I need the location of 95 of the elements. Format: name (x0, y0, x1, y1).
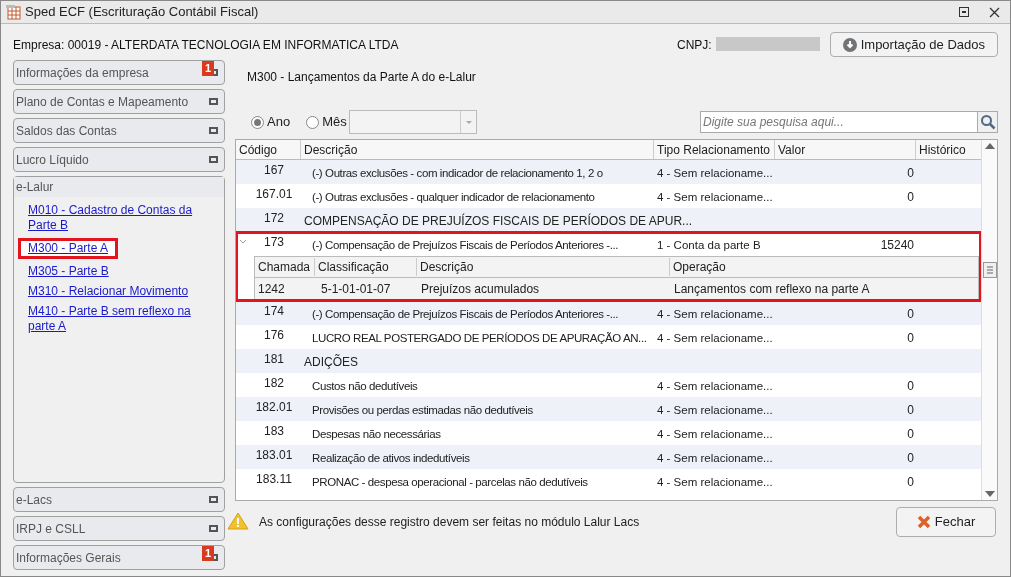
group-title-cell: ADIÇÕES (304, 355, 358, 370)
type-cell-text: 4 - Sem relacioname... (657, 427, 774, 442)
section-header[interactable]: e-Lalur (14, 177, 224, 197)
section-label: Lucro Líquido (16, 151, 89, 169)
code-cell-text: 181 (263, 351, 285, 368)
notification-badge: 1 (201, 61, 214, 76)
table-row[interactable]: 181 ADIÇÕES (236, 349, 981, 373)
value-cell: 0 (907, 307, 914, 322)
section-label: Plano de Contas e Mapeamento (16, 93, 189, 111)
type-cell-text: 4 - Sem relacioname... (657, 307, 774, 322)
nav-link[interactable]: M410 - Parte B sem reflexo na parte A (18, 304, 218, 334)
period-radio[interactable]: Mês (306, 112, 347, 132)
sidebar-section[interactable]: Saldos das Contas (13, 118, 225, 143)
description-cell: Despesas não necessárias (312, 427, 441, 442)
code-cell-text: 183 (263, 423, 285, 440)
section-label: e-Lacs (16, 491, 53, 509)
code-cell-text: 183.01 (254, 447, 294, 464)
page-title: M300 - Lançamentos da Parte A do e-Lalur (247, 69, 477, 86)
code-cell-text: 176 (263, 327, 285, 344)
description-cell: (-) Outras exclusões - com indicador de relacionamento 1, 2 o (312, 166, 603, 181)
table-row[interactable]: 182.01 Provisões ou perdas estimadas não dedutíveis 4 - Sem relacioname... 0 (236, 397, 981, 421)
detail-column-header: Chamada (257, 259, 312, 276)
code-cell-text: 174 (263, 303, 285, 320)
section-label: Saldos das Contas (16, 122, 117, 140)
table-row[interactable]: 174 (-) Compensação de Prejuízos Fiscais de Períodos Anteriores -... 4 - Sem relacioname... 0 (236, 301, 981, 325)
detail-cell-text: 5-1-01-01-07 (320, 281, 392, 298)
sidebar-section[interactable]: e-Lacs (13, 487, 225, 512)
type-cell-text: 4 - Sem relacioname... (657, 190, 774, 205)
cnpj-label: CNPJ: (677, 37, 712, 54)
type-cell-text: 4 - Sem relacioname... (657, 379, 774, 394)
code-cell-text: 167 (263, 162, 285, 179)
code-cell-text: 173 (263, 234, 285, 251)
close-button[interactable]: Fechar (896, 507, 996, 537)
column-header[interactable]: Tipo Relacionamento (654, 140, 775, 159)
code-cell-text: 172 (263, 210, 285, 227)
column-header[interactable]: Histórico (916, 140, 981, 159)
value-cell: 15240 (880, 238, 914, 253)
sidebar-section[interactable]: Informações Gerais 1 (13, 545, 225, 570)
description-cell: (-) Compensação de Prejuízos Fiscais de Períodos Anteriores -... (312, 238, 619, 253)
table-row[interactable]: 172 COMPENSAÇÃO DE PREJUÍZOS FISCAIS DE PERÍODOS DE APUR... (236, 208, 981, 232)
type-cell-text: 4 - Sem relacioname... (657, 331, 774, 346)
description-cell: LUCRO REAL POSTERGADO DE PERÍODOS DE APURAÇÃO AN... (312, 331, 647, 346)
description-cell: (-) Outras exclusões - qualquer indicador de relacionamento (312, 190, 595, 205)
type-cell-text: 1 - Conta da parte B (657, 238, 762, 253)
period-radio[interactable]: Ano (251, 112, 291, 132)
detail-column-header: Classificação (314, 258, 416, 276)
section-label: Informações da empresa (16, 64, 149, 82)
nav-link[interactable]: M300 - Parte A (18, 238, 119, 259)
description-cell: Custos não dedutíveis (312, 379, 418, 394)
warning-message: As configurações desse registro devem ser feitas no módulo Lalur Lacs (259, 514, 640, 531)
section-label: IRPJ e CSLL (16, 520, 86, 538)
value-cell: 0 (907, 166, 914, 181)
sidebar-section[interactable]: IRPJ e CSLL (13, 516, 225, 541)
type-cell-text: 4 - Sem relacioname... (657, 451, 774, 466)
code-cell-text: 182 (263, 375, 285, 392)
value-cell: 0 (907, 331, 914, 346)
description-cell: PRONAC - despesa operacional - parcelas não dedutíveis (312, 475, 588, 490)
column-header[interactable]: Valor (775, 140, 916, 159)
sidebar-section[interactable]: Plano de Contas e Mapeamento (13, 89, 225, 114)
company-label: Empresa: 00019 - ALTERDATA TECNOLOGIA EM INFORMATICA LTDA (13, 37, 399, 54)
detail-column-header: Descrição (416, 258, 669, 276)
detail-cell-text: Lançamentos com reflexo na parte A (673, 281, 871, 298)
description-cell: Realização de ativos indedutíveis (312, 451, 470, 466)
table-row[interactable]: 167 (-) Outras exclusões - com indicador de relacionamento 1, 2 o 4 - Sem relacioname... 0 (236, 160, 981, 184)
column-header[interactable]: Código (236, 140, 301, 159)
detail-cell-text: 1242 (257, 281, 286, 298)
type-cell-text: 4 - Sem relacioname... (657, 475, 774, 490)
value-cell: 0 (907, 451, 914, 466)
table-row[interactable]: 183.01 Realização de ativos indedutíveis 4 - Sem relacioname... 0 (236, 445, 981, 469)
detail-column-header: Operação (669, 258, 978, 276)
type-cell-text: 4 - Sem relacioname... (657, 166, 774, 181)
code-cell-text: 167.01 (254, 186, 294, 203)
detail-cell-text: Prejuízos acumulados (420, 281, 541, 298)
type-cell-text: 4 - Sem relacioname... (657, 403, 774, 418)
value-cell: 0 (907, 190, 914, 205)
column-header[interactable]: Descrição (301, 140, 654, 159)
nav-link[interactable]: M305 - Parte B (18, 264, 119, 279)
nav-link[interactable]: M010 - Cadastro de Contas da Parte B (18, 203, 218, 233)
value-cell: 0 (907, 427, 914, 442)
search-field[interactable]: Digite sua pesquisa aqui... (700, 111, 978, 133)
notification-badge: 1 (201, 546, 214, 561)
sidebar-section[interactable]: Informações da empresa 1 (13, 60, 225, 85)
section-label: Informações Gerais (16, 549, 121, 567)
window-title: Sped ECF (Escrituração Contábil Fiscal) (25, 3, 259, 22)
import-button[interactable]: Importação de Dados (829, 32, 998, 57)
value-cell: 0 (907, 475, 914, 490)
code-cell-text: 182.01 (254, 399, 294, 416)
description-cell: (-) Compensação de Prejuízos Fiscais de Períodos Anteriores -... (312, 307, 619, 322)
value-cell: 0 (907, 379, 914, 394)
nav-link[interactable]: M310 - Relacionar Movimento (18, 284, 199, 299)
code-cell-text: 183.11 (255, 471, 293, 488)
group-title-cell: COMPENSAÇÃO DE PREJUÍZOS FISCAIS DE PERÍODOS DE APUR... (304, 214, 693, 229)
sidebar-section[interactable]: Lucro Líquido (13, 147, 225, 172)
description-cell: Provisões ou perdas estimadas não dedutíveis (312, 403, 533, 418)
value-cell: 0 (907, 403, 914, 418)
